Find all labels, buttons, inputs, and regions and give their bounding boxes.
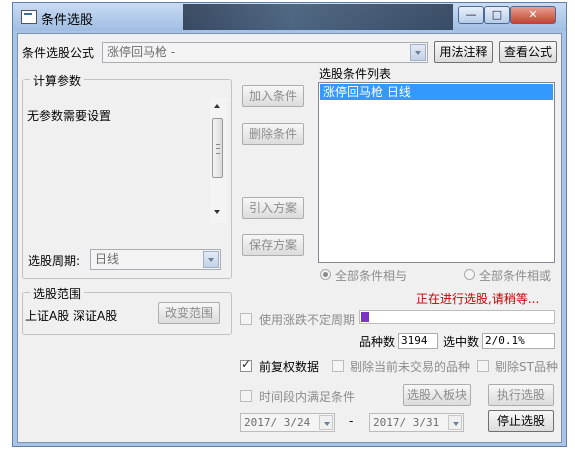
view-formula-button[interactable]: 查看公式 <box>499 41 557 63</box>
variable-period-checkbox[interactable] <box>240 313 252 325</box>
scroll-down-icon[interactable] <box>214 210 220 214</box>
params-group-title: 计算参数 <box>30 72 85 89</box>
usage-notes-button[interactable]: 用法注释 <box>434 41 493 63</box>
dialog-window: 条件选股 — □ ✕ 条件选股公式 涨停回马枪 - 用法注释 查看公式 计算参数… <box>12 2 567 447</box>
params-scrollbar[interactable] <box>210 98 227 223</box>
or-radio[interactable] <box>464 269 475 280</box>
scroll-thumb[interactable] <box>212 118 223 178</box>
and-radio[interactable] <box>320 269 331 280</box>
grip-icon <box>216 144 220 154</box>
progress-fill <box>361 312 369 322</box>
add-condition-button[interactable]: 加入条件 <box>242 85 304 107</box>
period-label: 选股周期: <box>28 254 81 268</box>
selected-label: 选中数 <box>443 335 480 349</box>
time-range-checkbox[interactable] <box>240 390 252 402</box>
end-date-value: 2017/ 3/31 <box>373 416 440 429</box>
end-date-picker[interactable]: 2017/ 3/31 <box>369 413 464 432</box>
and-radio-label: 全部条件相与 <box>335 269 408 283</box>
import-plan-button[interactable]: 引入方案 <box>242 197 304 219</box>
dialog-body: 条件选股公式 涨停回马枪 - 用法注释 查看公式 计算参数 无参数需要设置 选股… <box>17 33 562 443</box>
window-title: 条件选股 <box>41 13 94 28</box>
exclude-st-label: 剔除ST品种 <box>495 360 558 374</box>
pre-adjust-checkbox[interactable] <box>240 357 252 372</box>
title-bar[interactable]: 条件选股 — □ ✕ <box>13 3 566 31</box>
or-radio-label: 全部条件相或 <box>479 269 552 283</box>
stop-screening-button[interactable]: 停止选股 <box>488 410 554 432</box>
list-item[interactable]: 涨停回马枪 日线 <box>320 84 553 100</box>
formula-select[interactable]: 涨停回马枪 - <box>102 42 428 63</box>
change-scope-button[interactable]: 改变范围 <box>158 302 220 324</box>
exclude-untraded-label: 剔除当前未交易的品种 <box>350 360 471 374</box>
params-text: 无参数需要设置 <box>27 109 112 123</box>
exclude-st-checkbox[interactable] <box>477 360 489 372</box>
condition-list-title: 选股条件列表 <box>319 67 392 81</box>
formula-label: 条件选股公式 <box>22 46 95 60</box>
start-date-picker[interactable]: 2017/ 3/24 <box>240 413 335 432</box>
status-text: 正在进行选股,请稍等... <box>416 292 540 306</box>
scroll-up-icon[interactable] <box>214 104 220 108</box>
chevron-down-icon[interactable] <box>410 44 426 61</box>
period-select-value: 日线 <box>95 252 120 266</box>
date-separator: - <box>349 414 354 428</box>
scope-text: 上证A股 深证A股 <box>25 309 118 323</box>
chevron-down-icon[interactable] <box>448 415 462 430</box>
chevron-down-icon[interactable] <box>319 415 333 430</box>
count-label: 品种数 <box>359 335 396 349</box>
period-select[interactable]: 日线 <box>90 249 221 270</box>
execute-screening-button[interactable]: 执行选股 <box>488 384 554 406</box>
formula-select-value: 涨停回马枪 - <box>107 45 176 59</box>
maximize-button[interactable]: □ <box>484 6 510 24</box>
start-date-value: 2017/ 3/24 <box>244 416 311 429</box>
selected-field: 2/0.1% <box>482 333 555 349</box>
time-range-label: 时间段内满足条件 <box>259 390 356 404</box>
add-to-block-button[interactable]: 选股入板块 <box>403 384 471 406</box>
exclude-untraded-checkbox[interactable] <box>332 360 344 372</box>
scope-group-title: 选股范围 <box>30 285 85 302</box>
app-window-icon <box>21 10 37 24</box>
condition-list[interactable]: 涨停回马枪 日线 <box>318 82 555 263</box>
title-bar-background <box>183 4 453 30</box>
save-plan-button[interactable]: 保存方案 <box>242 234 304 256</box>
variable-period-label: 使用涨跌不定周期 <box>259 313 356 327</box>
count-field: 3194 <box>398 333 438 349</box>
close-button[interactable]: ✕ <box>510 6 556 24</box>
chevron-down-icon[interactable] <box>203 251 219 268</box>
progress-bar <box>359 310 555 324</box>
pre-adjust-label: 前复权数据 <box>259 360 320 374</box>
delete-condition-button[interactable]: 删除条件 <box>242 123 304 145</box>
minimize-button[interactable]: — <box>458 6 484 24</box>
